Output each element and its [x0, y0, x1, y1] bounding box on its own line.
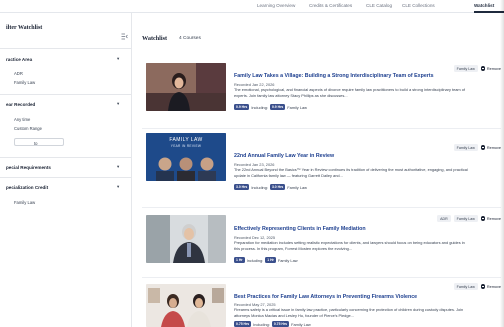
- hours-badge: 0.9 Hrs: [234, 104, 250, 110]
- date-range-input[interactable]: to: [14, 138, 64, 146]
- thumbnail-subheading: YEAR IN REVIEW: [170, 144, 202, 148]
- date-range-to-label: to: [34, 140, 38, 146]
- course-thumbnail[interactable]: [146, 63, 226, 111]
- filter-title: ilter Watchlist: [6, 25, 43, 31]
- year-recorded-header[interactable]: ear Recorded: [6, 102, 35, 107]
- practice-area-tag: ADR: [437, 215, 451, 222]
- chevron-down-icon[interactable]: ▾: [117, 101, 119, 107]
- hours-badge: 3.0 Hrs: [234, 184, 250, 190]
- including-label: Including:: [251, 104, 268, 110]
- tab-watchlist[interactable]: Watchlist: [474, 3, 494, 8]
- credit-info: 0.9 Hrs Including: 0.9 Hrs Family Law: [234, 104, 307, 110]
- remove-icon: [480, 216, 486, 221]
- course-title[interactable]: 22nd Annual Family Law Year in Review: [234, 153, 334, 159]
- divider: [0, 48, 131, 49]
- remove-button[interactable]: Remove: [480, 284, 501, 289]
- credit-info: 0.75 Hrs Including: 0.75 Hrs Family Law: [234, 321, 311, 327]
- card-tags: Family Law Remove: [453, 144, 501, 151]
- course-description: Firearms safety is a critical issue in f…: [234, 307, 464, 318]
- specialization-label: Family Law: [291, 321, 311, 327]
- tab-cle-collections[interactable]: CLE Collections: [402, 3, 435, 8]
- remove-label: Remove: [486, 145, 501, 150]
- card-tags: Family Law Remove: [453, 283, 501, 290]
- remove-icon: [480, 66, 486, 71]
- year-option-any-time[interactable]: Any time: [14, 117, 30, 122]
- credit-info: 1 Hr Including: 1 Hr Family Law: [234, 257, 298, 263]
- page-title: Watchlist: [142, 35, 168, 42]
- card-tags: ADR Family Law Remove: [437, 215, 501, 222]
- chevron-down-icon[interactable]: ▾: [117, 56, 119, 62]
- hours-badge: 0.75 Hrs: [234, 321, 252, 327]
- practice-area-tag: Family Law: [453, 215, 478, 222]
- watchlist-main: Watchlist 4 Courses Family Law Remove Fa…: [131, 13, 504, 327]
- course-card: Family Law Remove Family Law Takes a Vil…: [142, 53, 501, 129]
- tab-cle-catalog[interactable]: CLE Catalog: [366, 3, 392, 8]
- year-option-custom-range[interactable]: Custom Range: [14, 126, 42, 131]
- remove-button[interactable]: Remove: [480, 216, 501, 221]
- divider: [0, 177, 131, 178]
- course-title[interactable]: Best Practices for Family Law Attorneys …: [234, 294, 417, 300]
- specialization-hours-badge: 0.9 Hrs: [269, 104, 286, 110]
- top-nav: Learning Overview Credits & Certificates…: [0, 0, 504, 13]
- tab-credits-certificates[interactable]: Credits & Certificates: [309, 3, 352, 8]
- specialization-label: Family Law: [287, 104, 307, 110]
- practice-area-header[interactable]: ractice Area: [6, 57, 32, 62]
- course-card: ADR Family Law Remove Effectively Repres…: [142, 208, 501, 278]
- specialization-label: Family Law: [277, 257, 298, 263]
- specialization-hours-badge: 0.75 Hrs: [271, 321, 290, 327]
- collapse-left-icon[interactable]: [121, 33, 128, 40]
- course-description: The emotional, psychological, and financ…: [234, 87, 465, 98]
- including-label: Including:: [251, 184, 268, 190]
- divider: [0, 157, 131, 158]
- card-tags: Family Law Remove: [453, 65, 501, 72]
- course-description: The 22nd Annual Beyond the Basics™ Year …: [234, 167, 468, 178]
- specialization-label: Family Law: [287, 184, 307, 190]
- page-edge-shadow: [500, 0, 504, 327]
- divider: [0, 94, 131, 95]
- practice-area-tag: Family Law: [453, 283, 478, 290]
- chevron-down-icon[interactable]: ▾: [117, 184, 119, 190]
- tab-learning-overview[interactable]: Learning Overview: [257, 3, 295, 8]
- hours-badge: 1 Hr: [234, 257, 245, 263]
- including-label: Including:: [253, 321, 270, 327]
- course-card: Family Law Remove Best Practices for Fam…: [142, 279, 501, 327]
- course-thumbnail[interactable]: FAMILY LAW YEAR IN REVIEW: [146, 133, 226, 181]
- remove-label: Remove: [486, 284, 501, 289]
- specialization-credit-header[interactable]: pecialization Credit: [6, 185, 48, 190]
- remove-label: Remove: [486, 66, 501, 71]
- course-title[interactable]: Effectively Representing Clients in Fami…: [234, 226, 366, 232]
- thumbnail-heading: FAMILY LAW: [169, 137, 203, 143]
- special-requirements-header[interactable]: pecial Requirements: [6, 165, 51, 170]
- practice-area-option-adr[interactable]: ADR: [14, 71, 23, 76]
- practice-area-tag: Family Law: [453, 144, 478, 151]
- specialization-option-family-law[interactable]: Family Law: [14, 200, 35, 205]
- remove-icon: [480, 284, 486, 289]
- including-label: Including:: [246, 257, 264, 263]
- course-title[interactable]: Family Law Takes a Village: Building a S…: [234, 73, 434, 79]
- remove-label: Remove: [486, 216, 501, 221]
- remove-button[interactable]: Remove: [480, 66, 501, 71]
- course-description: Preparation for mediation includes setti…: [234, 240, 465, 251]
- course-count: 4 Courses: [179, 36, 201, 41]
- chevron-down-icon[interactable]: ▾: [117, 164, 119, 170]
- remove-button[interactable]: Remove: [480, 145, 501, 150]
- practice-area-option-family-law[interactable]: Family Law: [14, 80, 35, 85]
- specialization-hours-badge: 1 Hr: [265, 257, 276, 263]
- specialization-hours-badge: 3.0 Hrs: [269, 184, 286, 190]
- remove-icon: [480, 145, 486, 150]
- screenshot-frame: Learning Overview Credits & Certificates…: [0, 0, 504, 327]
- practice-area-tag: Family Law: [453, 65, 478, 72]
- course-thumbnail[interactable]: [146, 284, 226, 327]
- credit-info: 3.0 Hrs Including: 3.0 Hrs Family Law: [234, 184, 307, 190]
- course-thumbnail[interactable]: [146, 215, 226, 263]
- course-card: FAMILY LAW YEAR IN REVIEW Family Law Rem…: [142, 130, 501, 208]
